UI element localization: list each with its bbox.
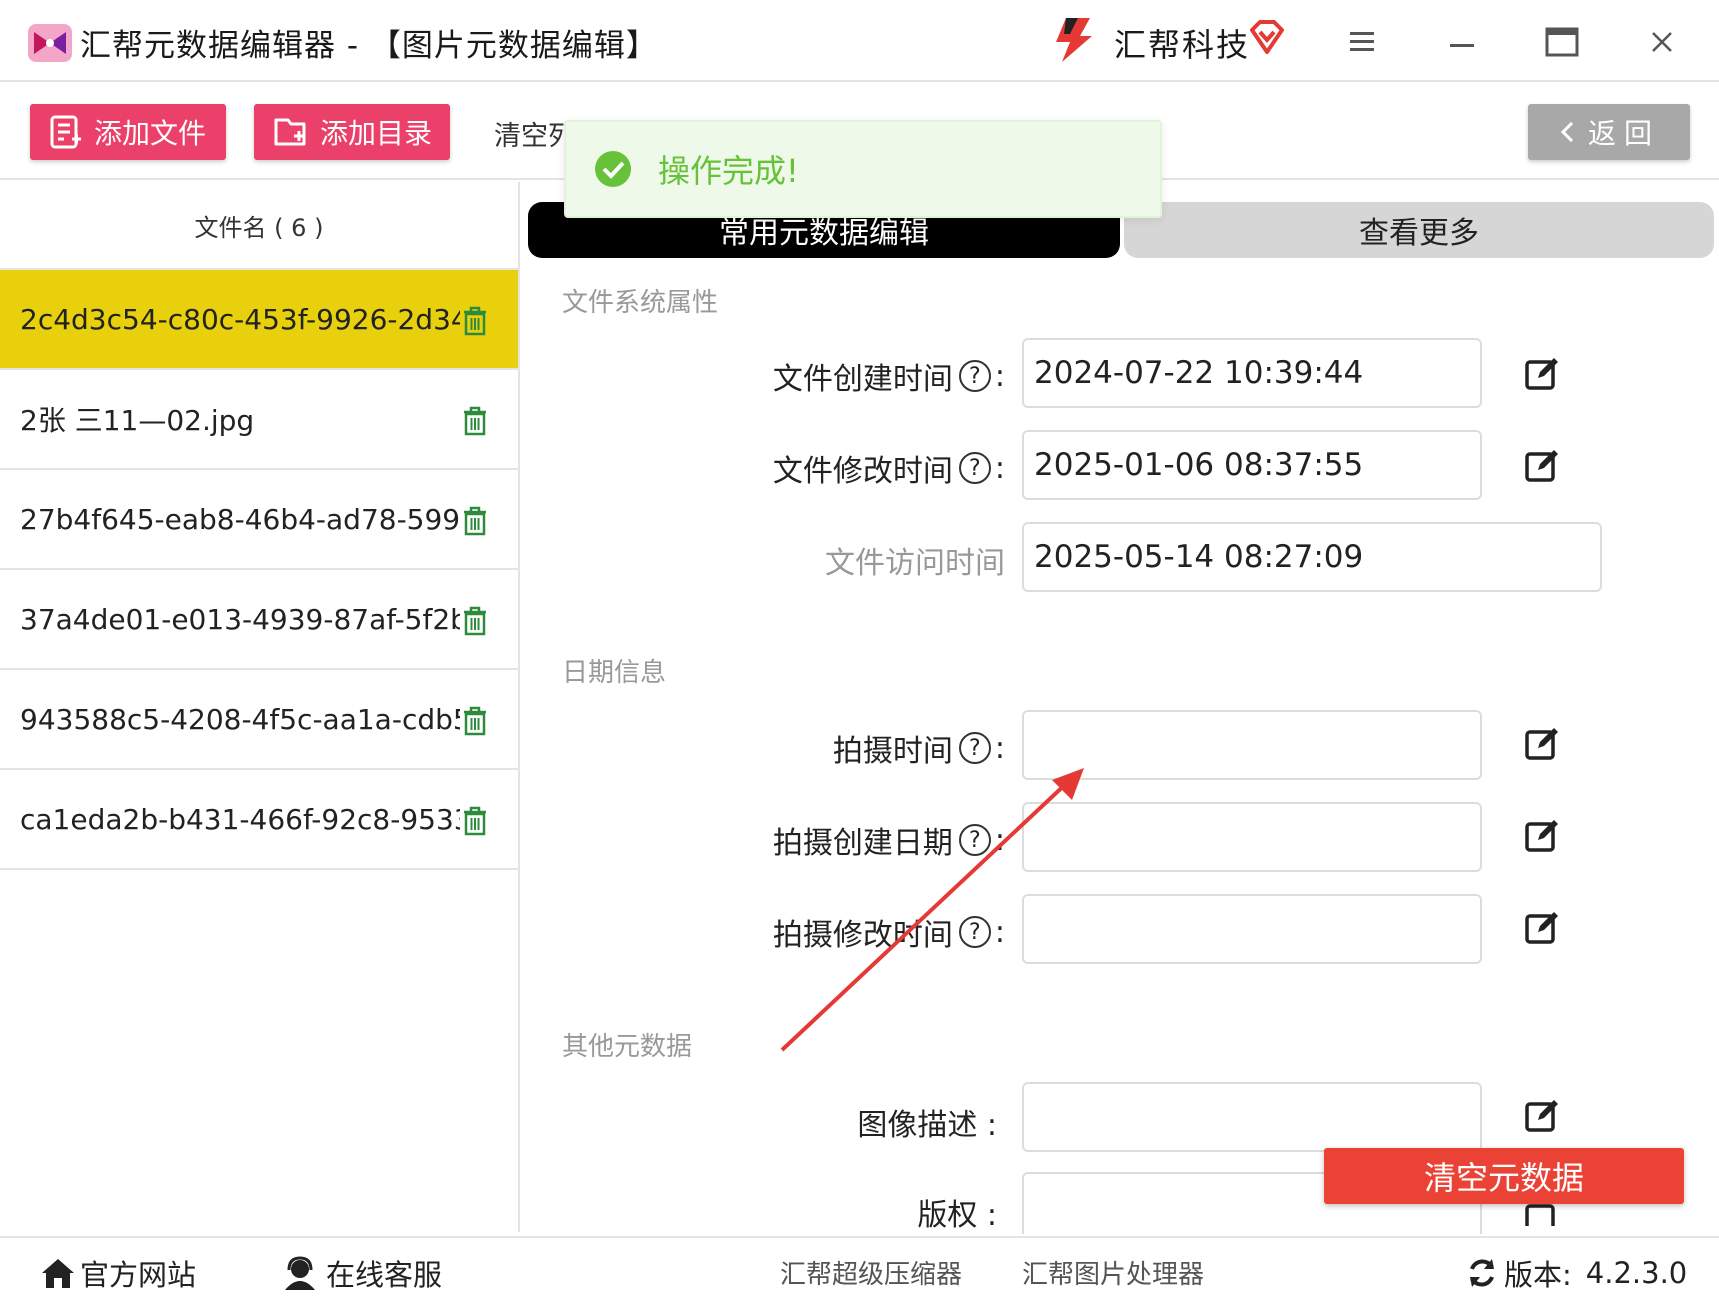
success-toast: 操作完成!: [564, 120, 1162, 218]
file-modify-time-label: 文件修改时间?:: [773, 446, 1005, 490]
image-description-field[interactable]: [1022, 1082, 1482, 1152]
file-list-item[interactable]: ca1eda2b-b431-466f-92c8-9533...: [0, 770, 518, 870]
file-list-item[interactable]: 2张 三11—02.jpg: [0, 370, 518, 470]
home-icon: [42, 1259, 74, 1288]
edit-icon[interactable]: [1524, 818, 1560, 854]
app-logo-icon: [28, 24, 72, 62]
trash-icon[interactable]: [462, 706, 488, 736]
back-button[interactable]: 返回: [1528, 104, 1690, 160]
online-support-label: 在线客服: [326, 1258, 443, 1292]
file-name: 27b4f645-eab8-46b4-ad78-5998...: [20, 502, 460, 536]
add-file-button[interactable]: 添加文件: [30, 104, 226, 160]
trash-icon[interactable]: [462, 506, 488, 536]
label-colon: :: [994, 358, 1005, 394]
section-title-filesystem: 文件系统属性: [562, 288, 719, 318]
file-create-time-label-text: 文件创建时间: [772, 362, 953, 397]
label-colon: :: [994, 914, 1005, 950]
shot-create-date-label: 拍摄创建日期?:: [773, 818, 1005, 862]
help-icon[interactable]: ?: [958, 916, 991, 948]
chevron-left-icon: [1560, 121, 1574, 143]
refresh-icon: [1470, 1259, 1494, 1287]
support-agent-icon: [285, 1256, 315, 1290]
edit-icon[interactable]: [1524, 726, 1560, 762]
help-icon[interactable]: ?: [958, 360, 991, 392]
edit-icon[interactable]: [1524, 356, 1560, 392]
shot-time-label-text: 拍摄时间: [832, 734, 953, 769]
back-label: 返回: [1587, 117, 1660, 150]
file-modify-time-label-text: 文件修改时间: [772, 454, 953, 489]
trash-icon[interactable]: [462, 606, 488, 636]
file-list-item[interactable]: 37a4de01-e013-4939-87af-5f2b...: [0, 570, 518, 670]
label-colon: :: [994, 730, 1005, 766]
close-icon[interactable]: [1632, 18, 1692, 66]
toast-message: 操作完成!: [658, 152, 799, 190]
add-folder-label: 添加目录: [320, 117, 433, 150]
label-colon: :: [994, 450, 1005, 486]
help-icon[interactable]: ?: [958, 452, 991, 484]
section-title-date: 日期信息: [562, 658, 667, 688]
section-title-other: 其他元数据: [562, 1032, 693, 1062]
success-check-icon: [595, 151, 631, 187]
file-create-time-label: 文件创建时间?:: [773, 354, 1005, 398]
label-colon: :: [994, 822, 1005, 858]
edit-icon[interactable]: [1524, 448, 1560, 484]
edit-icon[interactable]: [1524, 1098, 1560, 1134]
clear-metadata-button[interactable]: 清空元数据: [1324, 1148, 1684, 1204]
footer: 官方网站 在线客服 汇帮超级压缩器 汇帮图片处理器 版本: 4.2.3.0: [0, 1236, 1719, 1299]
shot-modify-time-label-text: 拍摄修改时间: [772, 918, 953, 953]
brand-name: 汇帮科技: [1114, 26, 1251, 64]
add-file-icon: [50, 115, 81, 149]
add-file-label: 添加文件: [94, 117, 207, 150]
minimize-icon[interactable]: [1432, 18, 1492, 66]
file-name: ca1eda2b-b431-466f-92c8-9533...: [20, 802, 460, 836]
file-create-time-field[interactable]: 2024-07-22 10:39:44: [1022, 338, 1482, 408]
shot-time-label: 拍摄时间?:: [833, 726, 1005, 770]
shot-modify-time-label: 拍摄修改时间?:: [773, 910, 1005, 954]
file-name: 37a4de01-e013-4939-87af-5f2b...: [20, 602, 460, 636]
official-website-link[interactable]: 官方网站: [40, 1252, 196, 1294]
online-support-link[interactable]: 在线客服: [282, 1252, 442, 1294]
maximize-icon[interactable]: [1532, 18, 1592, 66]
trash-icon[interactable]: [462, 406, 488, 436]
shot-time-field[interactable]: [1022, 710, 1482, 780]
tab-view-more[interactable]: 查看更多: [1124, 202, 1714, 258]
add-folder-button[interactable]: 添加目录: [254, 104, 450, 160]
help-icon[interactable]: ?: [958, 824, 991, 856]
file-list-item[interactable]: 943588c5-4208-4f5c-aa1a-cdb5...: [0, 670, 518, 770]
file-list-panel: 文件名 ( 6 ) 2c4d3c54-c80c-453f-9926-2d34..…: [0, 182, 520, 1232]
app-title: 汇帮元数据编辑器 - 【图片元数据编辑】: [80, 28, 658, 64]
image-description-label: 图像描述 :: [857, 1108, 997, 1143]
brand-logo-icon: [1056, 18, 1092, 62]
version-number: 4.2.3.0: [1585, 1256, 1688, 1290]
version-info[interactable]: 版本: 4.2.3.0: [1466, 1252, 1687, 1294]
vip-diamond-icon[interactable]: [1248, 20, 1286, 56]
shot-modify-time-field[interactable]: [1022, 894, 1482, 964]
menu-icon[interactable]: [1332, 18, 1392, 66]
help-icon[interactable]: ?: [958, 732, 991, 764]
copyright-label: 版权 :: [917, 1198, 997, 1233]
clear-list-button[interactable]: 清空列: [494, 114, 575, 153]
file-access-time-field: 2025-05-14 08:27:09: [1022, 522, 1602, 592]
file-list-header: 文件名 ( 6 ): [0, 182, 518, 270]
compressor-link[interactable]: 汇帮超级压缩器: [780, 1254, 962, 1291]
trash-icon[interactable]: [462, 306, 488, 336]
title-bar: 汇帮元数据编辑器 - 【图片元数据编辑】 汇帮科技: [0, 0, 1719, 82]
file-list-item[interactable]: 2c4d3c54-c80c-453f-9926-2d34...: [0, 270, 518, 370]
file-access-time-label: 文件访问时间: [825, 546, 1005, 581]
edit-icon[interactable]: [1524, 910, 1560, 946]
file-name: 2张 三11—02.jpg: [20, 404, 255, 437]
file-name: 2c4d3c54-c80c-453f-9926-2d34...: [20, 302, 460, 336]
add-folder-icon: [274, 118, 306, 146]
trash-icon[interactable]: [462, 806, 488, 836]
file-modify-time-field[interactable]: 2025-01-06 08:37:55: [1022, 430, 1482, 500]
file-name: 943588c5-4208-4f5c-aa1a-cdb5...: [20, 702, 460, 736]
official-website-label: 官方网站: [80, 1258, 197, 1292]
image-tool-link[interactable]: 汇帮图片处理器: [1022, 1254, 1204, 1291]
version-label: 版本:: [1504, 1258, 1572, 1292]
shot-create-date-field[interactable]: [1022, 802, 1482, 872]
file-list-item[interactable]: 27b4f645-eab8-46b4-ad78-5998...: [0, 470, 518, 570]
shot-create-date-label-text: 拍摄创建日期: [772, 826, 953, 861]
